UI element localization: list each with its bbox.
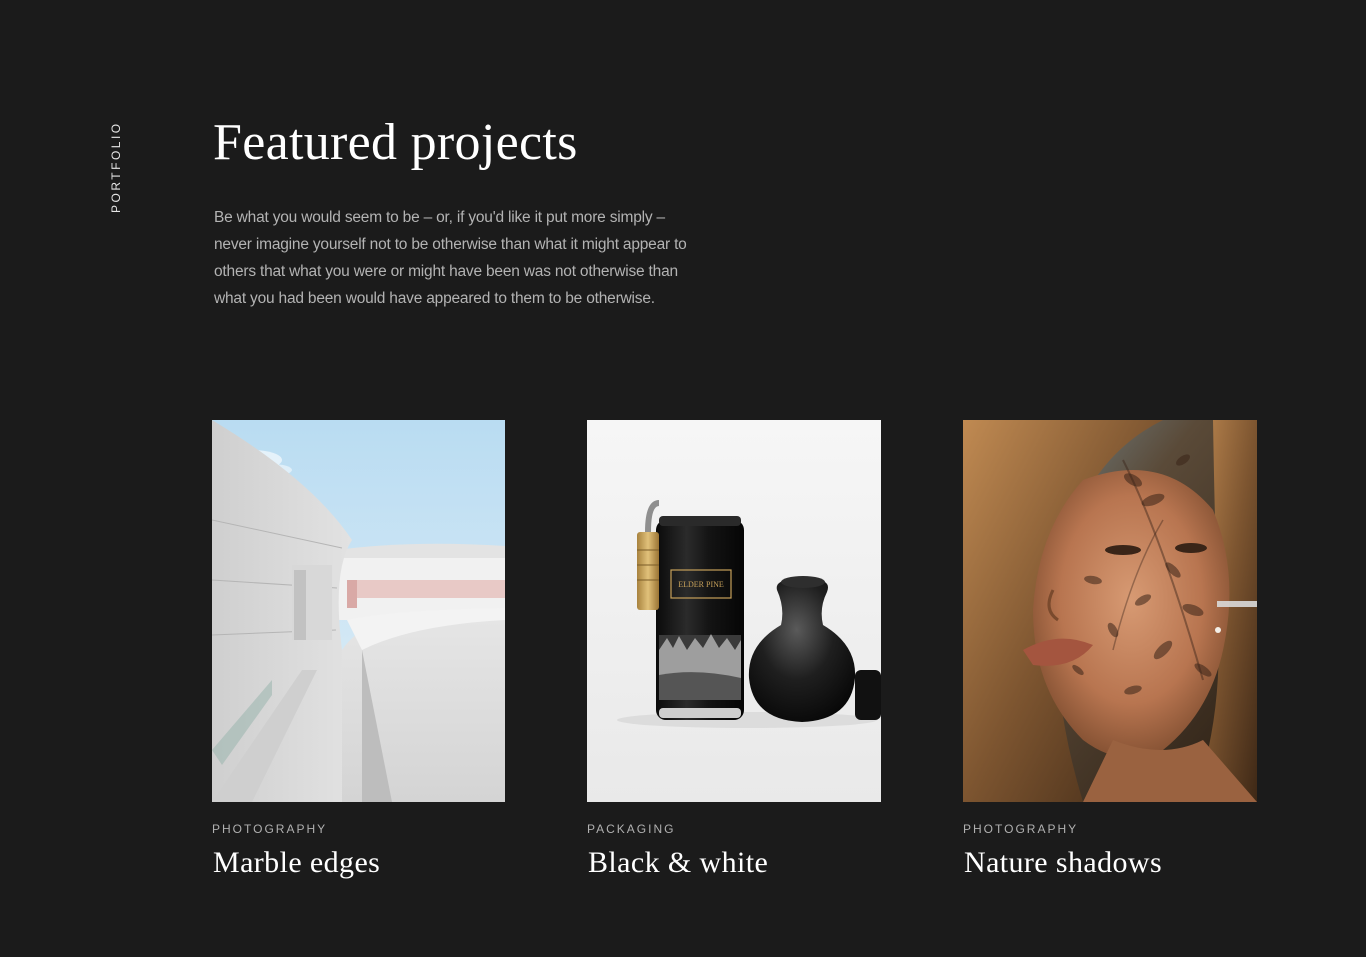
project-image-architecture[interactable]: [212, 420, 505, 802]
project-title[interactable]: Marble edges: [213, 845, 505, 881]
project-category: PHOTOGRAPHY: [212, 822, 328, 836]
can-and-vase-photo: ELDER PINE: [587, 420, 881, 802]
slider-indicator: [1217, 601, 1257, 607]
intro-paragraph: Be what you would seem to be – or, if yo…: [214, 209, 687, 307]
page-title: Featured projects: [213, 114, 578, 171]
project-card-black-white[interactable]: ELDER PINE PACKAGING Black & white: [587, 420, 881, 881]
project-image-portrait[interactable]: [963, 420, 1257, 802]
project-card-marble-edges[interactable]: PHOTOGRAPHY Marble edges: [212, 420, 505, 881]
project-title[interactable]: Nature shadows: [964, 845, 1257, 881]
project-category: PHOTOGRAPHY: [963, 822, 1079, 836]
svg-text:ELDER PINE: ELDER PINE: [678, 580, 724, 589]
section-side-label: PORTFOLIO: [109, 121, 123, 213]
architecture-photo: [212, 420, 505, 802]
project-category: PACKAGING: [587, 822, 676, 836]
project-title[interactable]: Black & white: [588, 845, 881, 881]
project-card-nature-shadows[interactable]: PHOTOGRAPHY Nature shadows: [963, 420, 1257, 881]
portfolio-page: PORTFOLIO Featured projects Be what you …: [0, 0, 1366, 957]
project-image-packaging[interactable]: ELDER PINE: [587, 420, 881, 802]
portrait-photo: [963, 420, 1257, 802]
